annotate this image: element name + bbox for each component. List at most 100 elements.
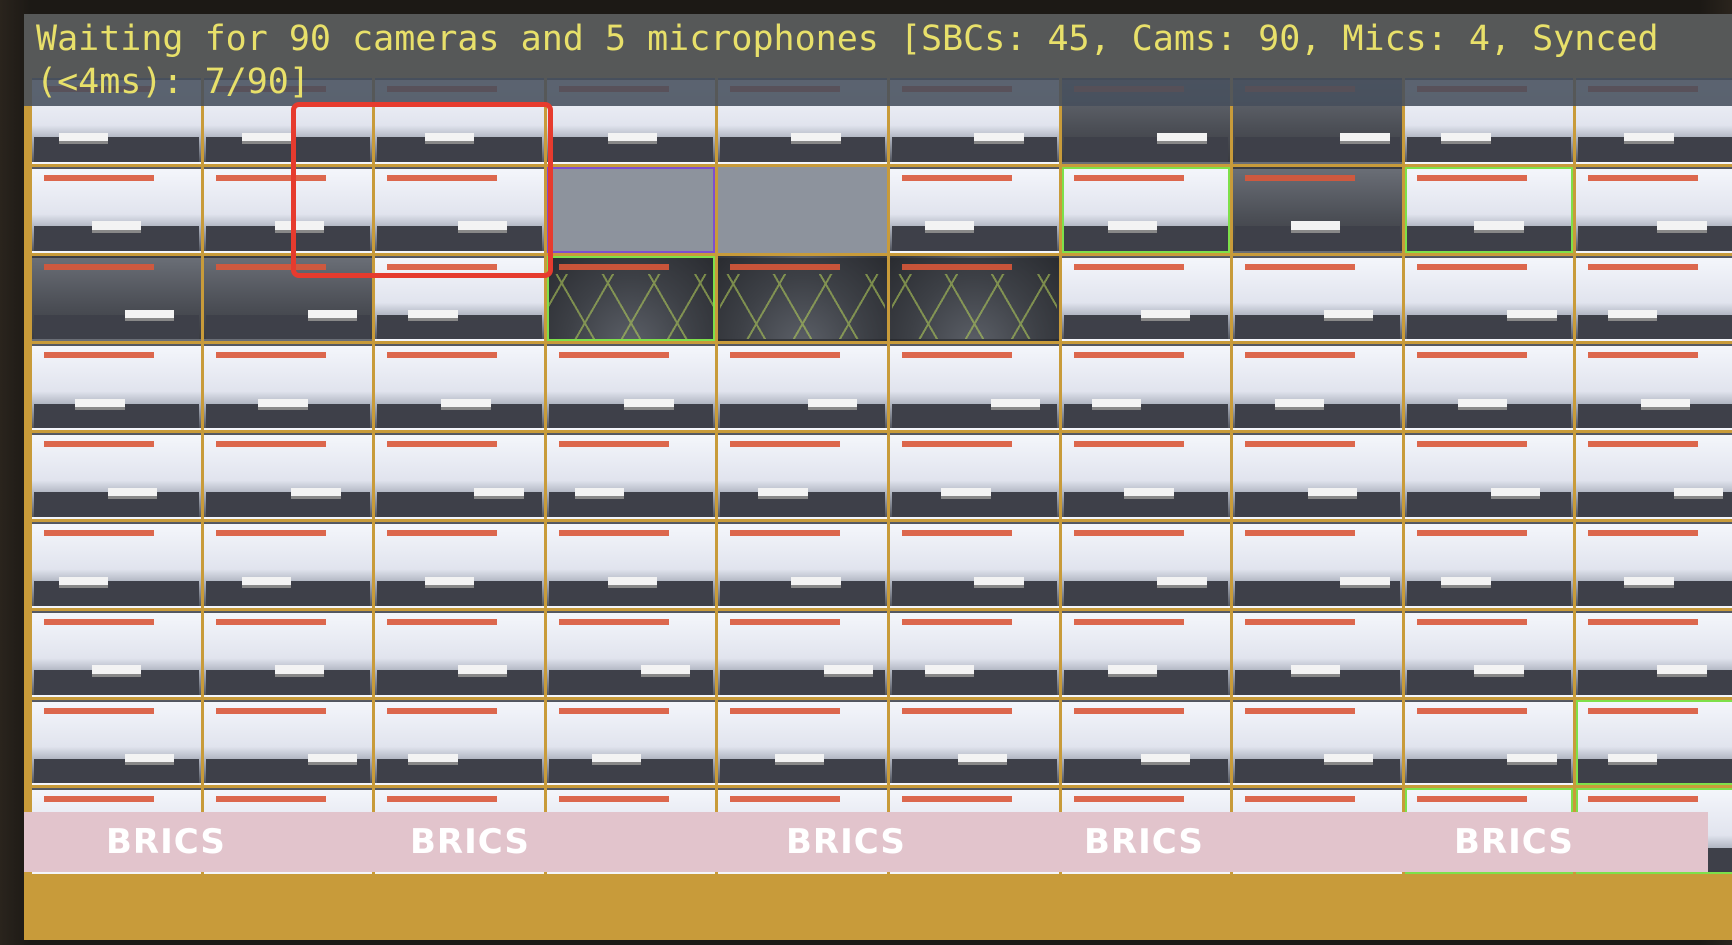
camera-overlay-label xyxy=(387,618,498,625)
dome-structure xyxy=(548,273,714,340)
camera-overlay-label xyxy=(558,441,669,448)
room-table xyxy=(941,487,991,499)
camera-overlay-label xyxy=(1588,707,1699,714)
camera-overlay-label xyxy=(1588,796,1699,803)
camera-feed-37[interactable] xyxy=(1061,344,1231,431)
camera-feed-74[interactable] xyxy=(546,699,716,786)
camera-feed-28[interactable] xyxy=(1233,255,1402,342)
camera-feed-55[interactable] xyxy=(718,521,887,608)
camera-feed-71[interactable] xyxy=(32,699,201,786)
camera-feed-66[interactable] xyxy=(889,610,1059,697)
camera-feed-69[interactable] xyxy=(1404,610,1574,697)
camera-feed-67[interactable] xyxy=(1061,610,1231,697)
camera-feed-70[interactable] xyxy=(1576,610,1732,697)
camera-feed-25[interactable] xyxy=(718,255,887,342)
camera-feed-41[interactable] xyxy=(32,433,201,519)
camera-feed-79[interactable] xyxy=(1404,699,1574,786)
camera-feed-14[interactable] xyxy=(546,166,716,253)
camera-feed-54[interactable] xyxy=(546,521,716,608)
camera-feed-36[interactable] xyxy=(889,344,1059,431)
room-table xyxy=(974,576,1024,588)
camera-feed-68[interactable] xyxy=(1233,610,1402,697)
camera-feed-61[interactable] xyxy=(32,610,201,697)
camera-feed-75[interactable] xyxy=(718,699,887,786)
camera-overlay-label xyxy=(1588,263,1699,270)
camera-overlay-label xyxy=(1588,352,1699,359)
camera-feed-20[interactable] xyxy=(1576,166,1732,253)
camera-feed-44[interactable] xyxy=(546,433,716,519)
camera-feed-38[interactable] xyxy=(1233,344,1402,431)
camera-feed-30[interactable] xyxy=(1576,255,1732,342)
camera-overlay-label xyxy=(1416,707,1527,714)
camera-feed-57[interactable] xyxy=(1061,521,1231,608)
room-table xyxy=(1507,754,1557,766)
camera-overlay-label xyxy=(1245,174,1356,181)
camera-overlay-label xyxy=(387,352,498,359)
camera-feed-77[interactable] xyxy=(1061,699,1231,786)
camera-overlay-label xyxy=(558,529,669,536)
camera-overlay-label xyxy=(901,263,1012,270)
camera-feed-19[interactable] xyxy=(1404,166,1574,253)
camera-feed-26[interactable] xyxy=(889,255,1059,342)
camera-feed-16[interactable] xyxy=(889,166,1059,253)
camera-feed-11[interactable] xyxy=(32,166,201,253)
camera-feed-72[interactable] xyxy=(203,699,373,786)
camera-feed-40[interactable] xyxy=(1576,344,1732,431)
room-table xyxy=(1624,132,1674,144)
room-floor xyxy=(891,226,1057,251)
camera-feed-50[interactable] xyxy=(1576,433,1732,519)
camera-feed-47[interactable] xyxy=(1061,433,1231,519)
room-table xyxy=(91,665,141,677)
camera-feed-39[interactable] xyxy=(1404,344,1574,431)
camera-feed-32[interactable] xyxy=(203,344,373,431)
camera-feed-58[interactable] xyxy=(1233,521,1402,608)
camera-feed-33[interactable] xyxy=(375,344,544,431)
room-table xyxy=(91,221,141,233)
camera-feed-27[interactable] xyxy=(1061,255,1231,342)
camera-feed-35[interactable] xyxy=(718,344,887,431)
room-table xyxy=(474,487,524,499)
camera-feed-63[interactable] xyxy=(375,610,544,697)
room-table xyxy=(1490,487,1541,499)
camera-feed-29[interactable] xyxy=(1404,255,1574,342)
camera-feed-18[interactable] xyxy=(1233,166,1402,253)
room-table xyxy=(791,132,841,144)
camera-feed-31[interactable] xyxy=(32,344,201,431)
camera-feed-42[interactable] xyxy=(203,433,373,519)
camera-feed-43[interactable] xyxy=(375,433,544,519)
camera-feed-46[interactable] xyxy=(889,433,1059,519)
room-table xyxy=(807,399,857,411)
camera-overlay-label xyxy=(901,174,1012,181)
camera-overlay-label xyxy=(44,263,154,270)
camera-overlay-label xyxy=(44,796,154,803)
camera-feed-80[interactable] xyxy=(1576,699,1732,786)
camera-feed-52[interactable] xyxy=(203,521,373,608)
camera-feed-49[interactable] xyxy=(1404,433,1574,519)
camera-overlay-label xyxy=(44,707,154,714)
camera-overlay-label xyxy=(1073,529,1184,536)
camera-feed-34[interactable] xyxy=(546,344,716,431)
camera-feed-53[interactable] xyxy=(375,521,544,608)
room-table xyxy=(58,132,109,144)
camera-feed-65[interactable] xyxy=(718,610,887,697)
camera-feed-15[interactable] xyxy=(718,166,887,253)
camera-feed-48[interactable] xyxy=(1233,433,1402,519)
camera-overlay-label xyxy=(1245,618,1356,625)
camera-feed-73[interactable] xyxy=(375,699,544,786)
camera-feed-24[interactable] xyxy=(546,255,716,342)
camera-feed-62[interactable] xyxy=(203,610,373,697)
camera-feed-56[interactable] xyxy=(889,521,1059,608)
camera-feed-59[interactable] xyxy=(1404,521,1574,608)
camera-feed-45[interactable] xyxy=(718,433,887,519)
camera-feed-60[interactable] xyxy=(1576,521,1732,608)
camera-feed-64[interactable] xyxy=(546,610,716,697)
camera-overlay-label xyxy=(215,352,326,359)
camera-feed-76[interactable] xyxy=(889,699,1059,786)
room-table xyxy=(1140,754,1191,766)
camera-overlay-label xyxy=(901,352,1012,359)
room-table xyxy=(457,665,508,677)
camera-feed-21[interactable] xyxy=(32,255,201,342)
camera-feed-51[interactable] xyxy=(32,521,201,608)
camera-feed-17[interactable] xyxy=(1061,166,1231,253)
camera-feed-78[interactable] xyxy=(1233,699,1402,786)
